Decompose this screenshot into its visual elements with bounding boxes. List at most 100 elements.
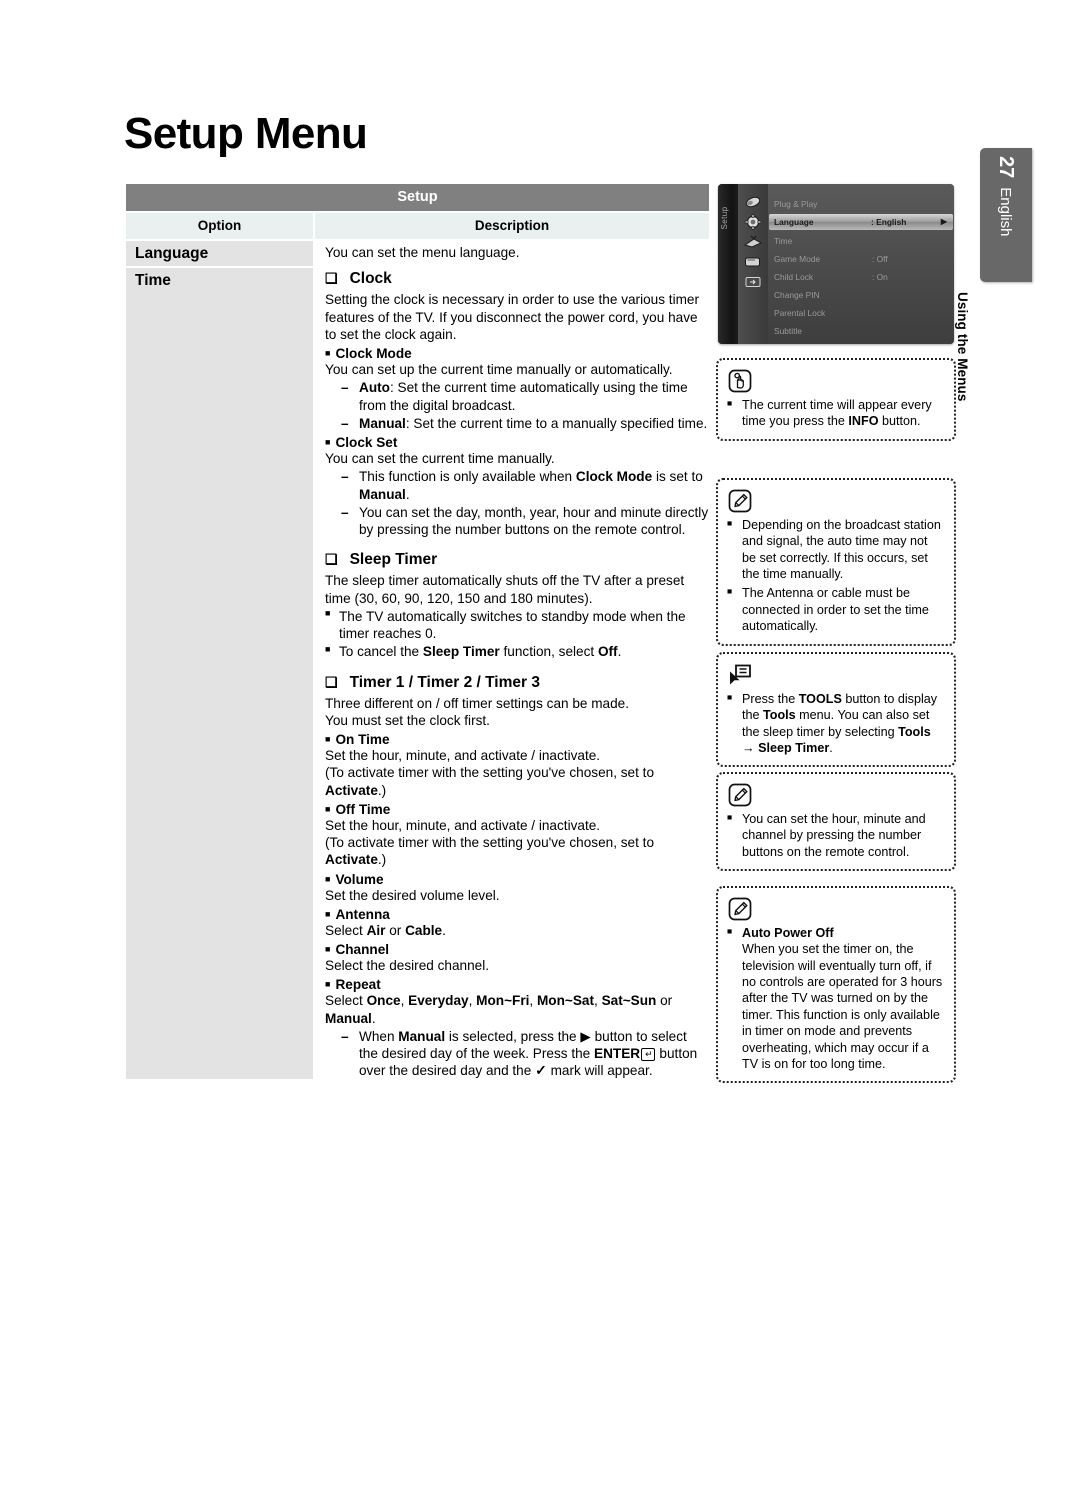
heading-clock: ❑ Clock (325, 270, 709, 288)
repeat-dash-c: is selected, press the (445, 1028, 581, 1044)
manual-page: Setup Menu 27 English Using the Menus Se… (0, 0, 1080, 1488)
subheading-off-time-label: Off Time (335, 801, 391, 817)
hand-press-icon (727, 368, 753, 394)
clock-set-note1-a: This function is only available when (359, 469, 576, 485)
column-header-option: Option (126, 213, 313, 239)
sound-icon[interactable] (743, 214, 763, 230)
osd-label: Plug & Play (774, 199, 818, 209)
antenna-text-e: . (442, 922, 446, 938)
subheading-off-time: ■ Off Time (325, 802, 709, 817)
note-auto-power-off-text: When you set the timer on, the televisio… (742, 942, 943, 1071)
note-auto-power-off: Auto Power Off When you set the timer on… (727, 925, 945, 1072)
repeat-dash-b: Manual (398, 1028, 446, 1044)
note-auto-time-bullet-2: The Antenna or cable must be connected i… (727, 585, 945, 634)
sleep-timer-intro: The sleep timer automatically shuts off … (325, 573, 685, 606)
channel-icon[interactable] (743, 234, 763, 250)
check-mark-icon: ✓ (535, 1062, 547, 1079)
repeat-option-once: Once (366, 993, 401, 1009)
column-header-description: Description (315, 213, 709, 239)
picture-icon[interactable] (743, 194, 763, 210)
osd-item-language[interactable]: Language : English ▶ (769, 214, 953, 230)
osd-label: Change PIN (774, 290, 820, 300)
description-column: You can set the menu language. ❑ Clock S… (315, 241, 709, 1080)
sleep-timer-bullet-1: The TV automatically switches to standby… (325, 608, 709, 643)
subheading-clock-set-label: Clock Set (335, 435, 398, 450)
table-subheader-row: Option Description (126, 213, 709, 239)
subheading-clock-mode: ■ Clock Mode (325, 346, 709, 361)
channel-text: Select the desired channel. (325, 958, 489, 973)
square-bullet-icon: ■ (325, 979, 331, 990)
note1-c: button. (878, 414, 921, 429)
repeat-dash-g: mark will appear. (546, 1063, 653, 1079)
heading-clock-label: Clock (349, 270, 392, 288)
on-time-text: Set the hour, minute, and activate / ina… (325, 748, 601, 763)
osd-menu-panel: Plug & Play Language : English ▶ Time Ga… (768, 184, 954, 344)
square-bullet-icon: ■ (325, 437, 331, 447)
checkbox-glyph-icon: ❑ (325, 270, 338, 287)
clock-set-note1-b: Clock Mode (575, 469, 653, 485)
subheading-channel-label: Channel (335, 942, 390, 957)
chevron-right-icon: ▶ (940, 217, 947, 226)
page-number: 27 (995, 156, 1017, 179)
osd-item-parental-lock[interactable]: Parental Lock (774, 305, 950, 321)
sleep-bullet2-a: To cancel the (339, 644, 423, 660)
subheading-on-time-label: On Time (335, 732, 390, 747)
repeat-option-sat-sun: Sat~Sun (601, 993, 657, 1009)
setup-table: Setup Option Description Language Time Y… (126, 184, 709, 1080)
clock-mode-auto: Auto: Set the current time automatically… (325, 379, 709, 414)
osd-item-change-pin[interactable]: Change PIN (774, 287, 950, 303)
antenna-text-d: Cable (405, 922, 443, 938)
page-number-tab: 27 English (980, 148, 1032, 282)
osd-item-time[interactable]: Time (774, 233, 950, 249)
osd-item-plug-and-play[interactable]: Plug & Play (774, 196, 950, 212)
note-box-number-buttons: You can set the hour, minute and channel… (716, 772, 956, 872)
setup-icon[interactable] (743, 254, 763, 270)
page-language: English (997, 187, 1015, 237)
checkbox-glyph-icon: ❑ (325, 551, 338, 568)
option-column: Language Time (126, 241, 313, 1080)
right-arrow-icon: ▶ (580, 1028, 591, 1044)
input-icon[interactable] (743, 274, 763, 290)
enter-key-icon: ↵ (641, 1048, 655, 1061)
note3-b: TOOLS (798, 692, 842, 706)
repeat-dash-enter: ENTER (594, 1046, 641, 1061)
note-number-buttons-text: You can set the hour, minute and channel… (727, 811, 945, 860)
sleep-bullet2-b: Sleep Timer (422, 644, 500, 660)
repeat-option-mon-sat: Mon~Sat (536, 993, 594, 1009)
note1-b: INFO (848, 414, 879, 429)
description-language: You can set the menu language. (325, 245, 520, 260)
tv-osd-screenshot: Setup Plug & Play Language: English ▶ T… (718, 184, 954, 344)
note3-d: Tools (763, 708, 796, 723)
clock-mode-manual-text: : Set the current time to a manually spe… (405, 415, 708, 431)
subheading-antenna-label: Antenna (335, 906, 390, 922)
antenna-text: Select Air or Cable. (325, 922, 709, 939)
note-box-info: The current time will appear every time … (716, 358, 956, 441)
osd-item-child-lock[interactable]: Child Lock : On (774, 269, 950, 285)
heading-timers: ❑ Timer 1 / Timer 2 / Timer 3 (325, 674, 709, 692)
clock-mode-auto-text: : Set the current time automatically usi… (359, 380, 688, 413)
checkbox-glyph-icon: ❑ (325, 673, 338, 690)
subheading-clock-set: ■ Clock Set (325, 435, 709, 450)
repeat-text-or: or (656, 993, 673, 1009)
clock-set-text: You can set the current time manually. (325, 451, 555, 466)
note-pencil-icon (727, 896, 753, 922)
note3-f: Tools (898, 724, 931, 739)
table-title: Setup (126, 184, 709, 211)
note-box-auto-time: Depending on the broadcast station and s… (716, 478, 956, 646)
osd-label: Language (774, 217, 814, 227)
square-bullet-icon: ■ (325, 908, 331, 919)
subheading-clock-mode-label: Clock Mode (335, 346, 412, 361)
clock-mode-manual-label: Manual (359, 415, 406, 431)
note-tools-text: Press the TOOLS button to display the To… (727, 691, 945, 756)
note-info-text: The current time will appear every time … (727, 397, 945, 430)
repeat-option-mon-fri: Mon~Fri (476, 993, 530, 1009)
subheading-channel: ■ Channel (325, 942, 709, 957)
osd-item-game-mode[interactable]: Game Mode : Off (774, 251, 950, 267)
square-bullet-icon: ■ (325, 348, 331, 358)
osd-value: : English (871, 217, 907, 227)
osd-item-subtitle[interactable]: Subtitle (774, 323, 950, 339)
off-time-text: Set the hour, minute, and activate / ina… (325, 817, 601, 833)
square-bullet-icon: ■ (325, 873, 331, 884)
off-time-paren-b: Activate (325, 852, 378, 868)
sleep-bullet2-e: . (617, 644, 622, 660)
